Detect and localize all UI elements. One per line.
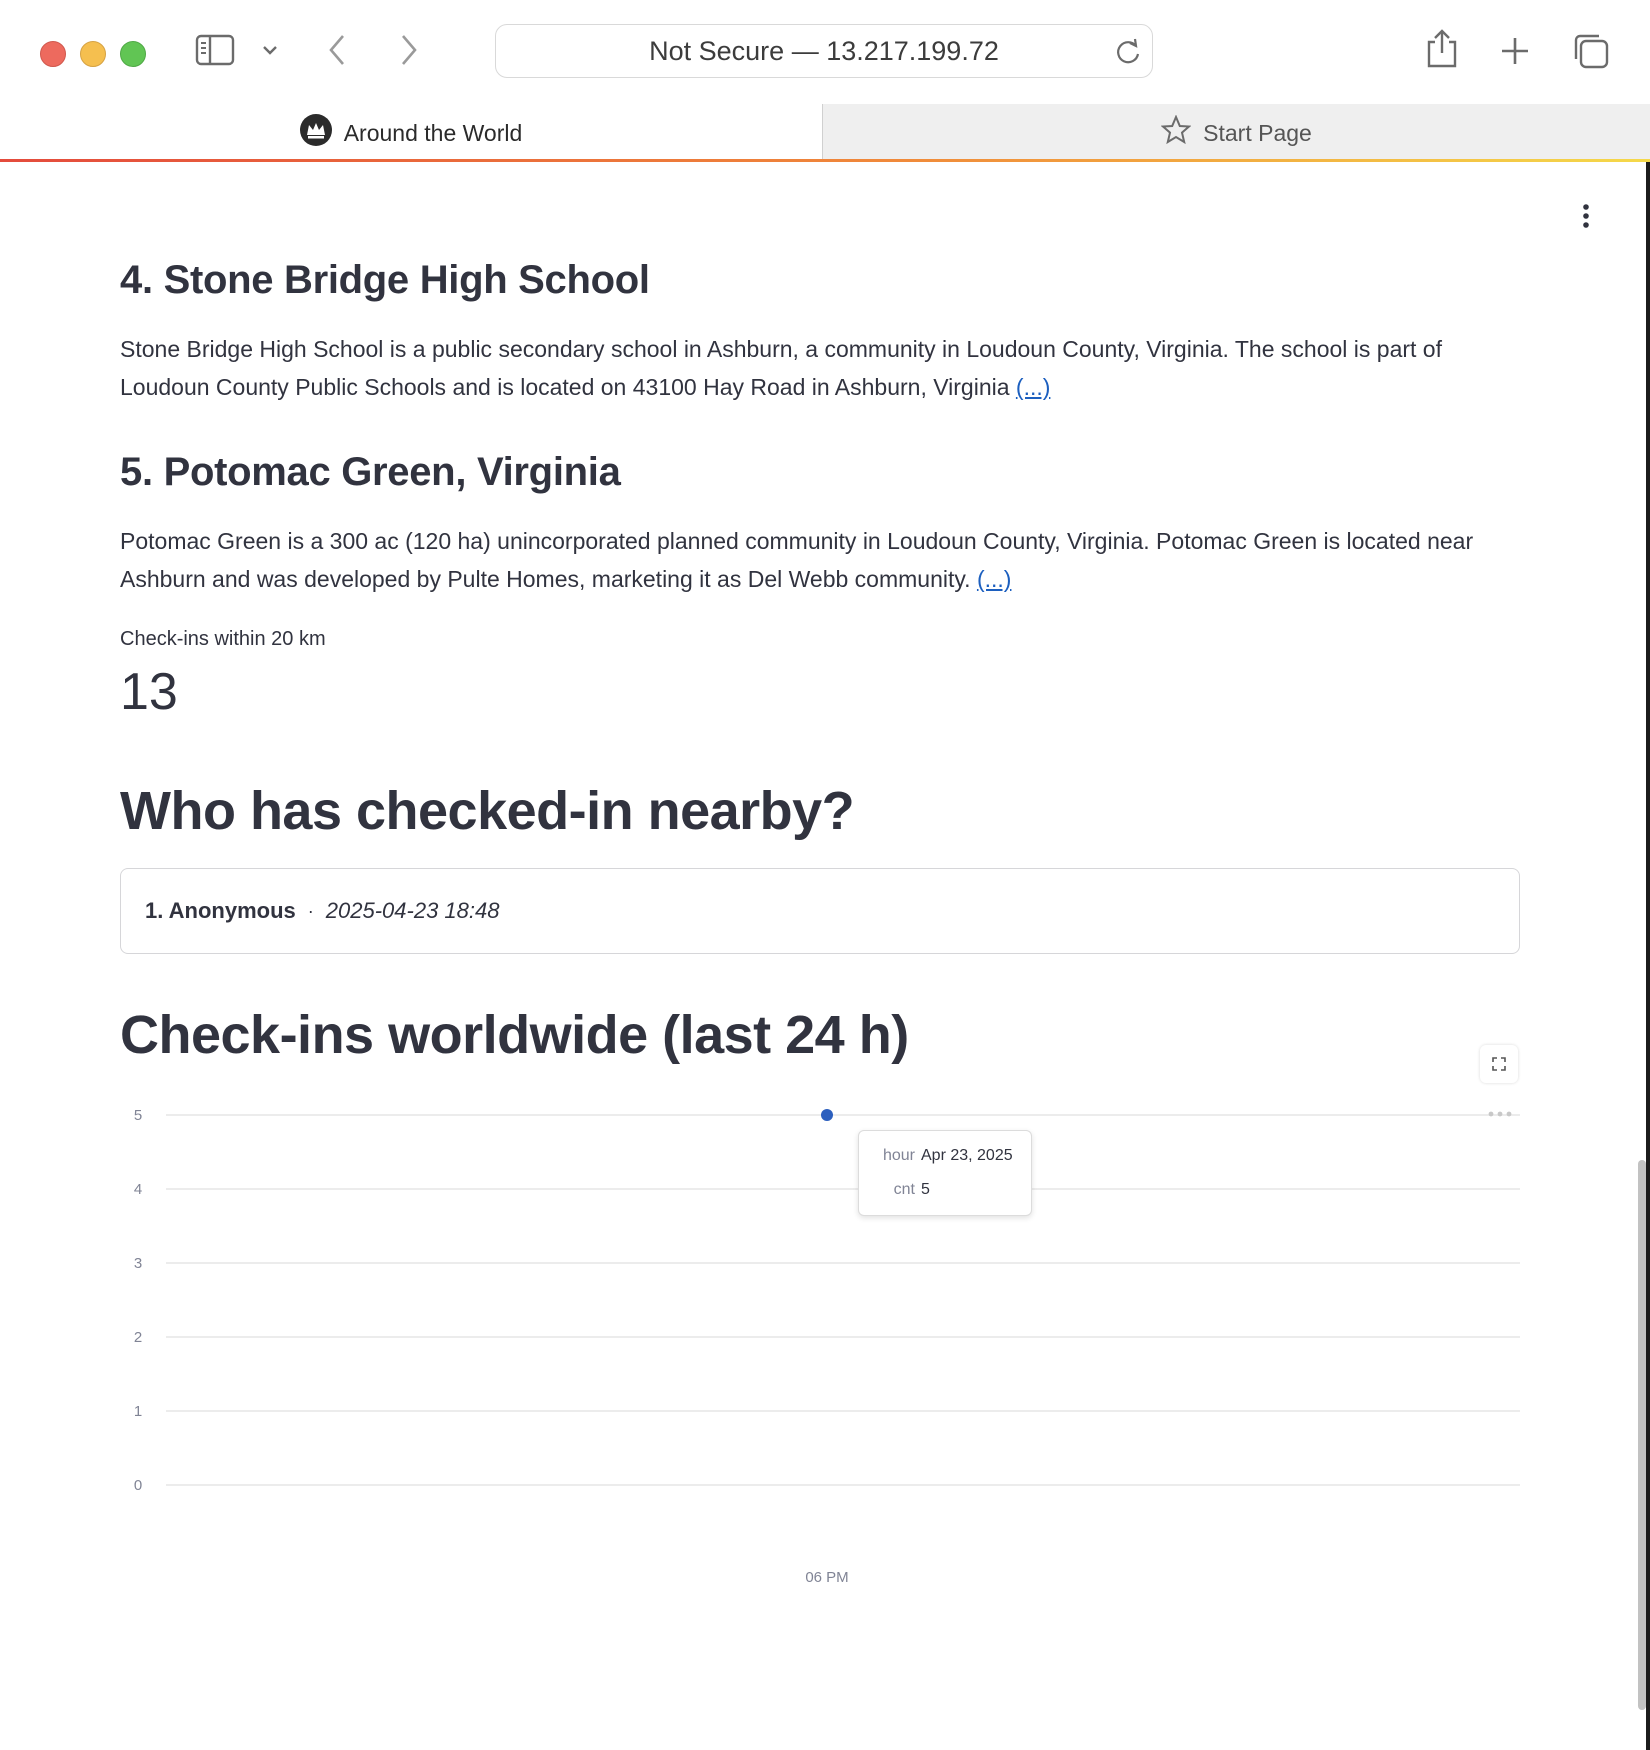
metric-label: Check-ins within 20 km (120, 628, 326, 650)
back-arrow-icon[interactable] (322, 32, 352, 68)
tab-label: Start Page (1203, 119, 1312, 146)
tooltip-value: Apr 23, 2025 (921, 1147, 1013, 1164)
address-bar[interactable]: Not Secure — 13.217.199.72 (495, 24, 1153, 78)
chart-svg: 0 1 2 3 4 5 06 PM (134, 1107, 1520, 1586)
window-edge (1646, 162, 1650, 1750)
forward-arrow-icon[interactable] (394, 32, 424, 68)
metric-value: 13 (120, 663, 178, 721)
checkin-separator: · (307, 900, 314, 921)
y-tick-label: 0 (134, 1477, 142, 1494)
y-tick-label: 2 (134, 1329, 142, 1346)
url-text: Not Secure — 13.217.199.72 (649, 35, 999, 66)
section-title: 4. Stone Bridge High School (120, 258, 650, 302)
zoom-window-button[interactable] (120, 41, 146, 67)
share-icon[interactable] (1424, 28, 1460, 70)
y-tick-label: 4 (134, 1181, 142, 1198)
checkin-user: 1. Anonymous (145, 898, 296, 923)
page-scrollbar[interactable] (1638, 1160, 1646, 1710)
tooltip-key: hour (882, 1147, 915, 1164)
crown-icon (299, 114, 332, 152)
tab-accent-line (0, 159, 1650, 162)
tab-start-page[interactable]: Start Page (822, 104, 1650, 162)
tooltip-key: cnt (893, 1181, 915, 1198)
y-tick-label: 3 (134, 1255, 142, 1272)
data-point (821, 1109, 833, 1121)
more-options-icon[interactable] (1582, 204, 1590, 233)
x-tick-label: 06 PM (805, 1569, 848, 1586)
star-icon (1160, 114, 1192, 151)
nearby-heading: Who has checked-in nearby? (120, 781, 855, 841)
checkin-list-item: 1. Anonymous · 2025-04-23 18:48 (120, 868, 1520, 954)
close-window-button[interactable] (40, 41, 66, 67)
tab-bar: Around the World Start Page (0, 104, 1650, 162)
checkin-time: 2025-04-23 18:48 (325, 898, 500, 923)
tooltip-value: 5 (921, 1181, 930, 1198)
fullscreen-icon[interactable] (1480, 1045, 1518, 1083)
more-link[interactable]: (...) (1016, 374, 1051, 400)
section-description: Stone Bridge High School is a public sec… (120, 336, 1442, 400)
more-link[interactable]: (...) (977, 566, 1012, 592)
chevron-down-icon[interactable] (258, 40, 282, 60)
tab-label: Around the World (343, 119, 523, 146)
minimize-window-button[interactable] (80, 41, 106, 67)
chart-menu-icon[interactable] (1488, 1104, 1512, 1122)
y-tick-label: 5 (134, 1107, 142, 1124)
y-tick-label: 1 (134, 1403, 142, 1420)
tab-around-the-world[interactable]: Around the World (0, 104, 822, 162)
section-description: Potomac Green is a 300 ac (120 ha) uninc… (120, 528, 1474, 592)
reload-icon[interactable] (1114, 37, 1142, 72)
checkins-chart: 0 1 2 3 4 5 06 PM (120, 1040, 1520, 1600)
section-title: 5. Potomac Green, Virginia (120, 450, 621, 494)
sidebar-toggle-icon[interactable] (194, 34, 236, 66)
browser-toolbar: Not Secure — 13.217.199.72 (0, 0, 1650, 104)
tab-overview-icon[interactable] (1572, 32, 1610, 70)
chart-tooltip: hour Apr 23, 2025 cnt 5 (858, 1130, 1032, 1216)
new-tab-icon[interactable] (1498, 34, 1532, 68)
